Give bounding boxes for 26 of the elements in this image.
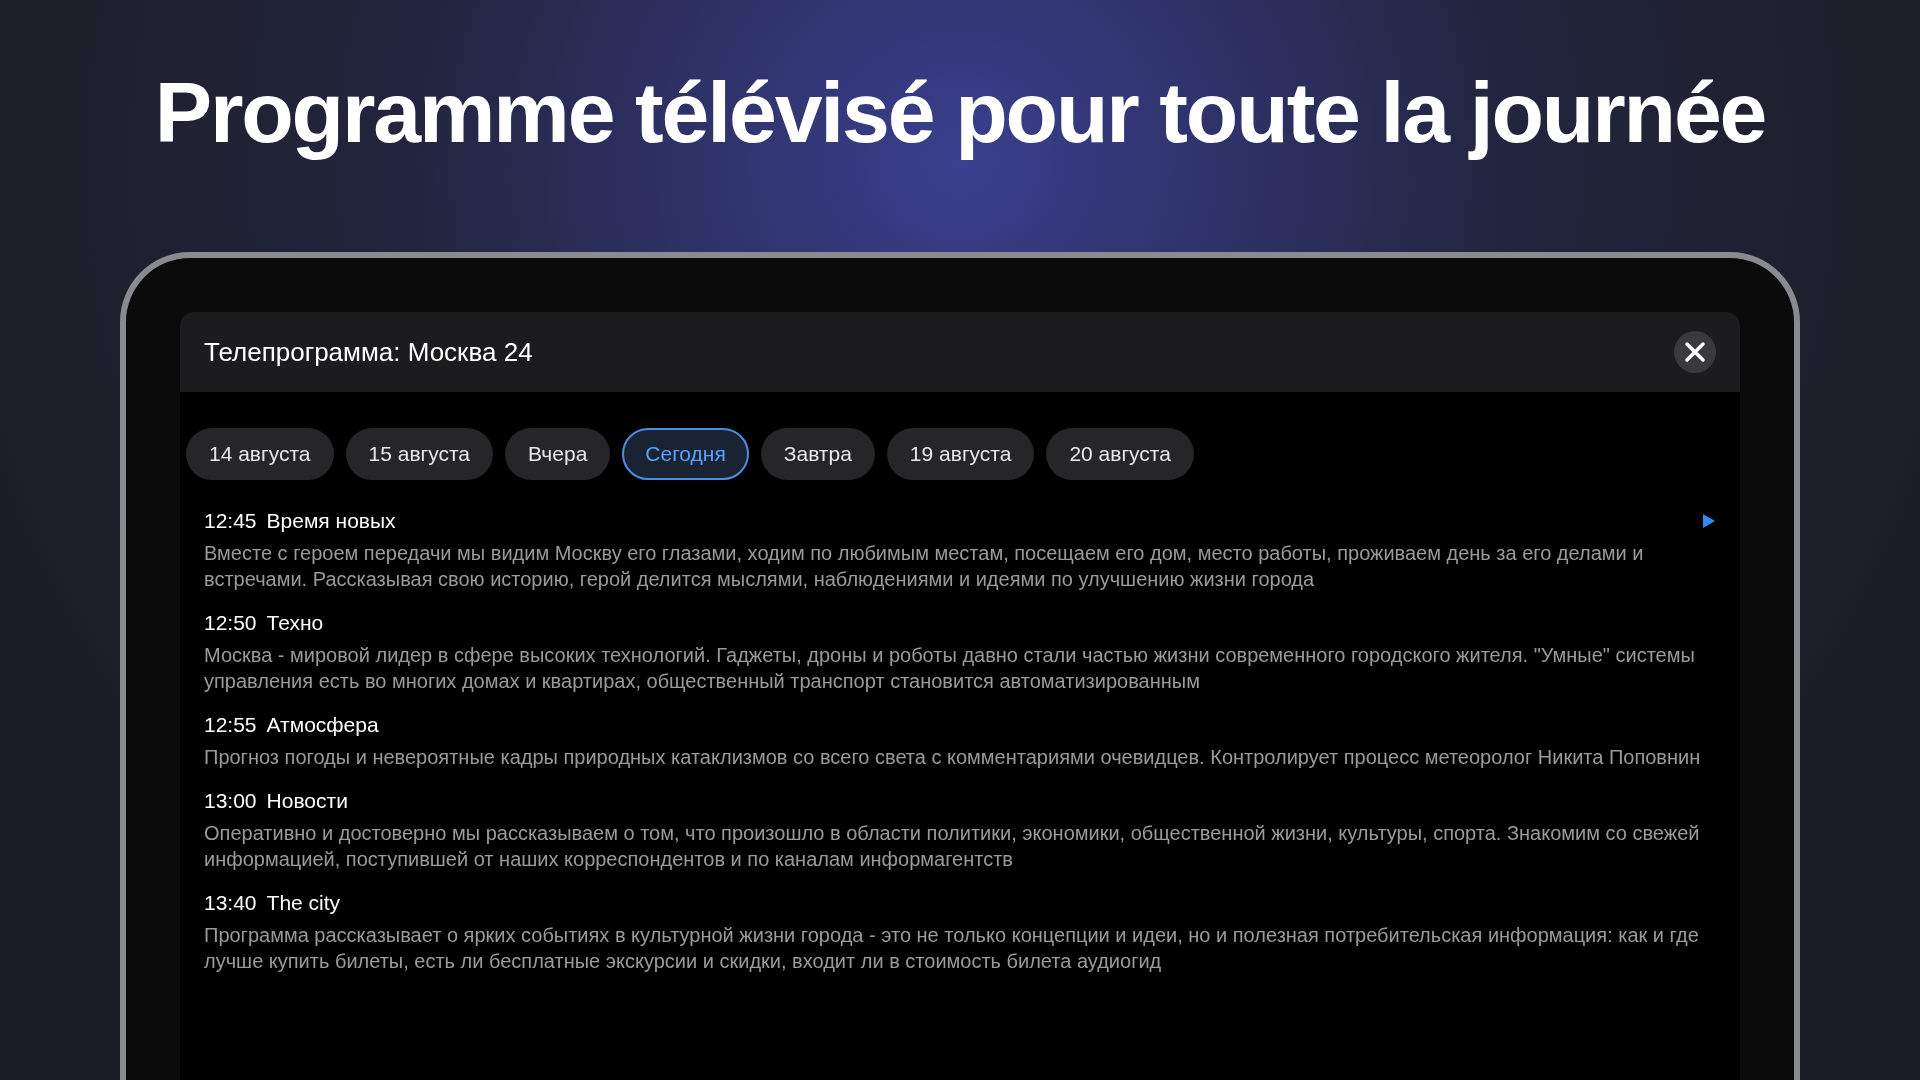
program-title: Техно <box>266 610 324 636</box>
program-time: 13:40 <box>204 890 257 916</box>
program-time: 12:55 <box>204 712 257 738</box>
program-title: The city <box>266 890 341 916</box>
program-time: 13:00 <box>204 788 257 814</box>
program-description: Оперативно и достоверно мы рассказываем о том, что произошло в области политики, экономики, общественной жизни, культуры, спорта. Знакомим со свежей информацией, поступившей от наших корреспондентов и по каналам информагентств <box>204 821 1701 872</box>
date-tab[interactable]: 20 августа <box>1046 428 1194 480</box>
program-description: Прогноз погоды и невероятные кадры природных катаклизмов со всего света с комментариями очевидцев. Контролирует процесс метеоролог Никита Поповнин <box>204 745 1702 770</box>
program-description: Москва - мировой лидер в сфере высоких технологий. Гаджеты, дроны и роботы давно стали частью жизни современного городского жителя. "Умные" системы управления есть во многих домах и квартирах, общественный транспорт становится автоматизированным <box>204 643 1696 694</box>
program-title: Время новых <box>266 508 396 534</box>
program-title: Атмосфера <box>266 712 379 738</box>
date-tab[interactable]: Вчера <box>505 428 611 480</box>
date-tab[interactable]: 14 августа <box>186 428 334 480</box>
close-button[interactable] <box>1674 331 1716 373</box>
dialog-title: Телепрограмма: Москва 24 <box>204 335 533 369</box>
date-tab[interactable]: 19 августа <box>886 428 1035 480</box>
program-title: Новости <box>266 788 348 814</box>
program-time: 12:45 <box>204 508 257 534</box>
headline: Programme télévisé pour toute la journée <box>154 63 1766 162</box>
date-tab[interactable]: Завтра <box>760 428 875 480</box>
date-tab[interactable]: 15 августа <box>345 428 494 480</box>
program-description: Вместе с героем передачи мы видим Москву его глазами, ходим по любимым местам, посещаем его дом, место работы, проживаем день за его делами и встречами. Рассказывая свою историю, герой делится мыслями, наблюдениями и идеями по улучшению жизни города <box>204 541 1645 592</box>
date-tab[interactable]: Сегодня <box>622 428 749 480</box>
close-icon <box>1684 341 1706 363</box>
program-time: 12:50 <box>204 610 257 636</box>
program-description: Программа рассказывает о ярких событиях в культурной жизни города - это не только концепции и идеи, но и полезная потребительская информация: как и где лучше купить билеты, есть ли бесплатные экскурсии и скидки, входит ли в стоимость билета аудиогид <box>204 923 1700 974</box>
